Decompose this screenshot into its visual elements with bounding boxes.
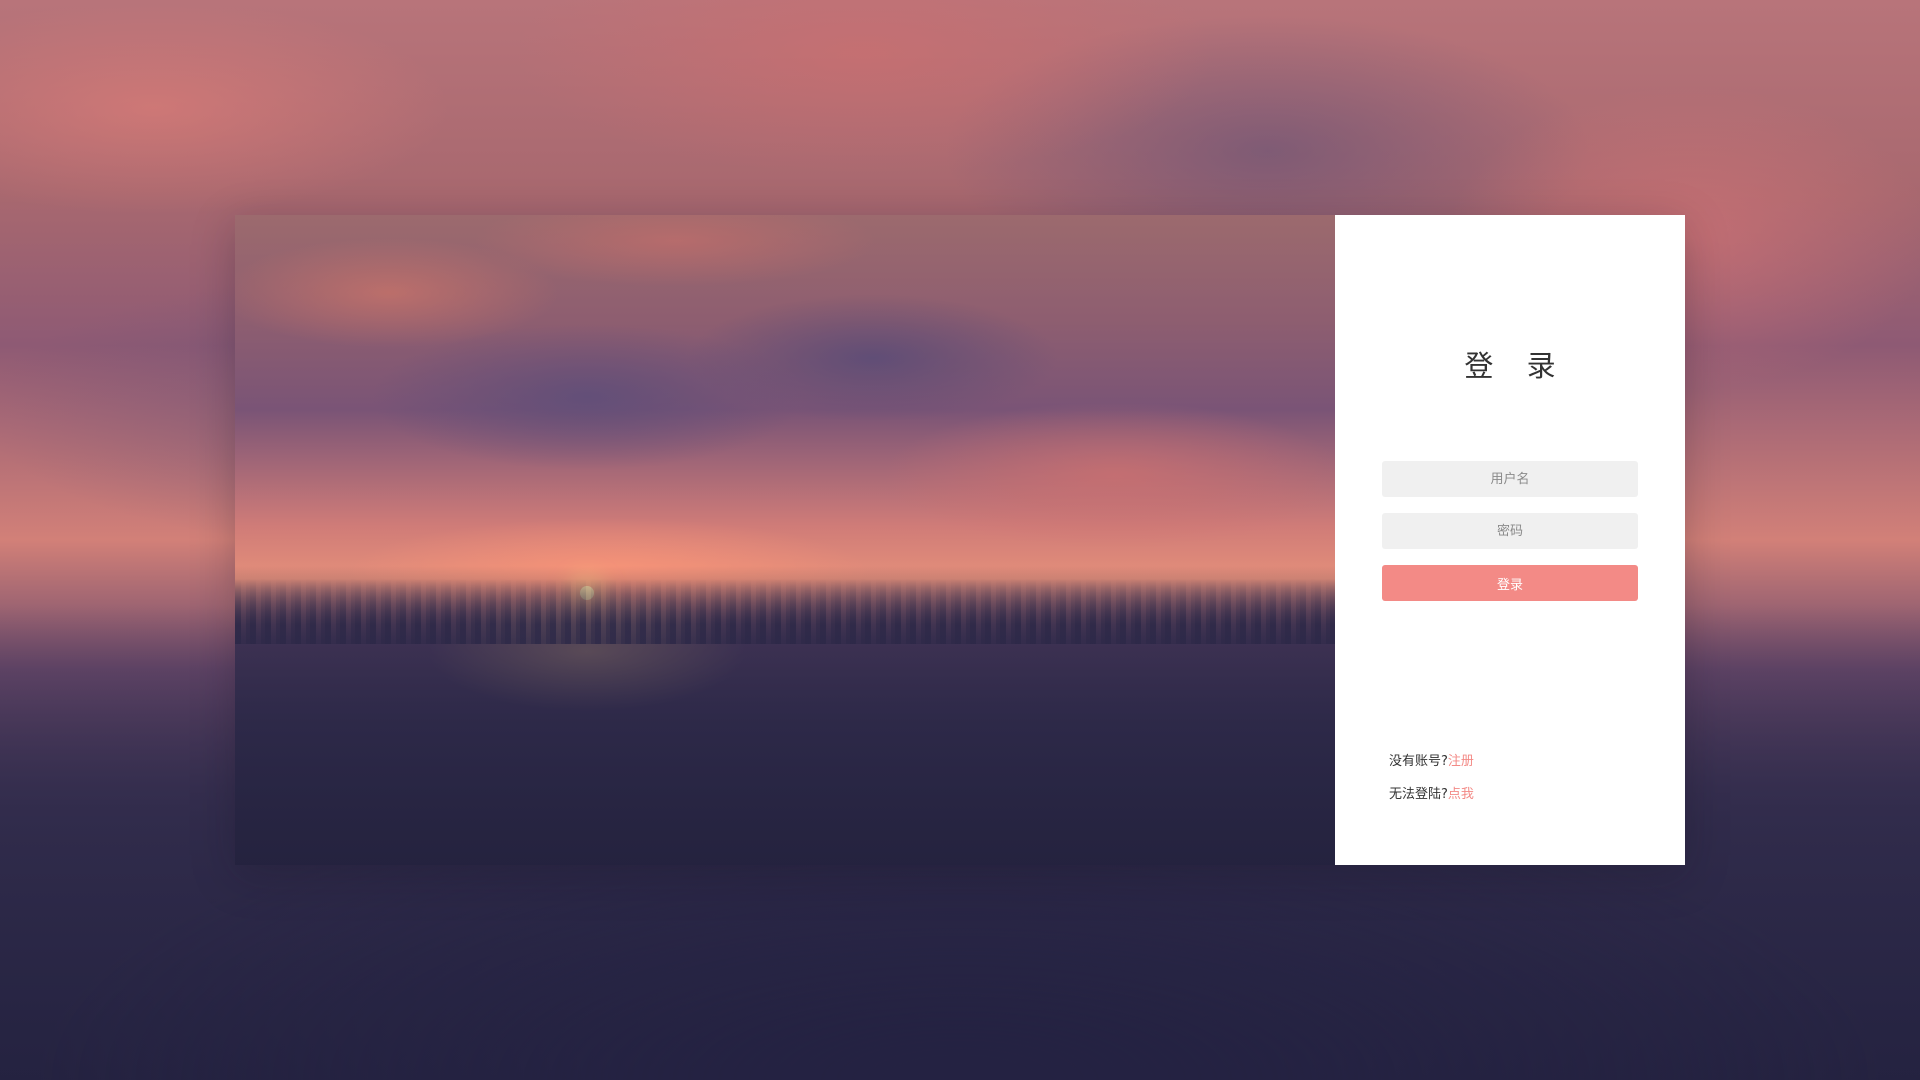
register-link[interactable]: 注册 (1448, 754, 1474, 769)
illustration-forest (235, 566, 1335, 865)
register-row: 没有账号?注册 (1389, 750, 1474, 769)
username-input[interactable] (1382, 461, 1638, 497)
help-prompt: 无法登陆? (1389, 787, 1448, 802)
help-row: 无法登陆?点我 (1389, 783, 1474, 802)
register-prompt: 没有账号? (1389, 754, 1448, 769)
login-title: 登 录 (1464, 349, 1568, 383)
illustration-sky (235, 215, 1335, 865)
login-card: 登 录 登录 没有账号?注册 无法登陆?点我 (235, 215, 1685, 865)
landscape-illustration (235, 215, 1335, 865)
help-link[interactable]: 点我 (1448, 787, 1474, 802)
login-button[interactable]: 登录 (1382, 565, 1638, 601)
password-input[interactable] (1382, 513, 1638, 549)
login-panel: 登 录 登录 没有账号?注册 无法登陆?点我 (1335, 215, 1685, 865)
